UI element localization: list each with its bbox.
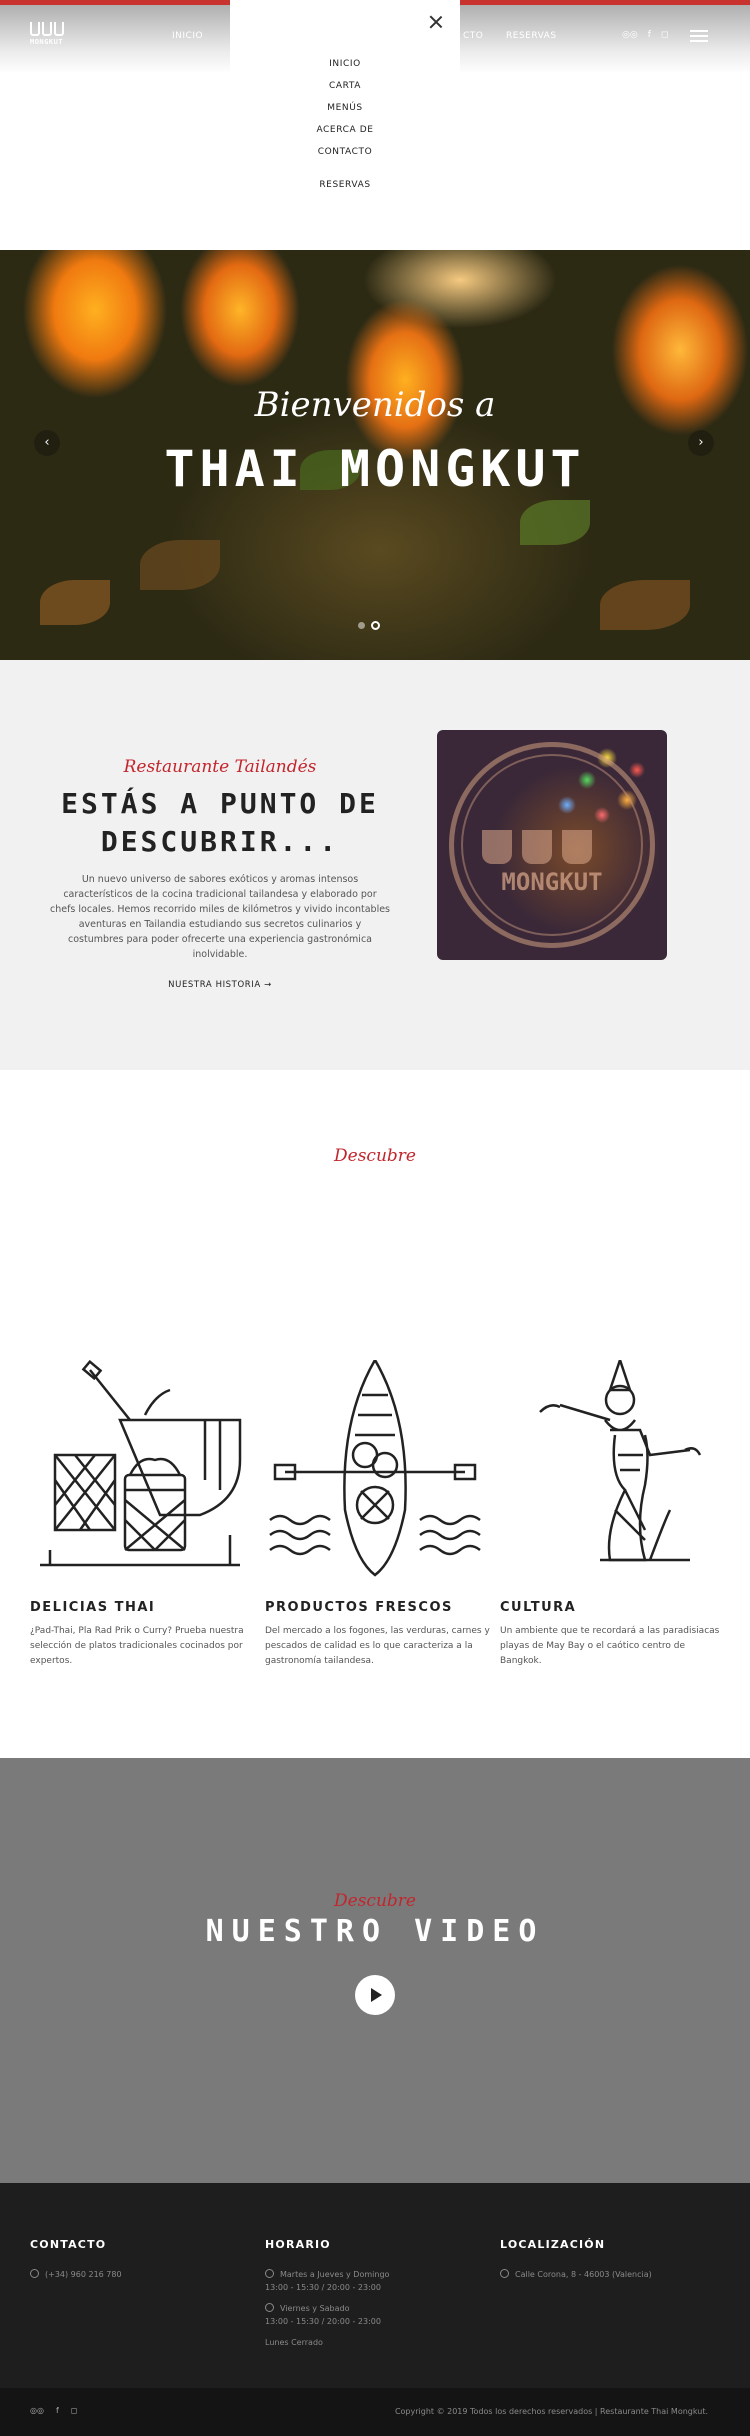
video-section: Descubre NUESTRO VIDEO (0, 1758, 750, 2183)
schedule-days: Martes a Jueves y Domingo (280, 2270, 390, 2279)
discover-title: Descubre (334, 1146, 416, 1166)
mortar-food-icon (40, 1360, 242, 1567)
slider-dot[interactable] (358, 622, 365, 629)
site-logo[interactable]: MONGKUT (30, 22, 74, 50)
facebook-icon[interactable]: f (648, 30, 651, 40)
slider-dot-active[interactable] (371, 621, 380, 630)
tripadvisor-icon[interactable]: ◎◎ (30, 2406, 44, 2415)
intro-body: Un nuevo universo de sabores exóticos y … (50, 874, 391, 960)
instagram-icon[interactable]: ◻ (661, 30, 668, 40)
video-kicker: Descubre (334, 1891, 416, 1911)
footer-horario-title: HORARIO (265, 2238, 331, 2251)
hero-subtitle: Bienvenidos a (254, 385, 496, 425)
footer-social: ◎◎ f ◻ (30, 2406, 77, 2415)
slider-dots (358, 621, 380, 630)
menu-item-menus[interactable]: MENÚS (230, 103, 460, 113)
feature-productos: PRODUCTOS FRESCOS Del mercado a los fogo… (265, 1360, 490, 1690)
header-social: ◎◎ f ◻ (622, 30, 668, 40)
intro-kicker: Restaurante Tailandés (123, 757, 317, 777)
nav-contacto[interactable]: CTO (463, 31, 483, 41)
phone-number: (+34) 960 216 780 (45, 2270, 122, 2279)
schedule-closed: Lunes Cerrado (265, 2338, 323, 2347)
intro-section: Restaurante Tailandés ESTÁS A PUNTO DE D… (0, 660, 750, 1070)
clock-icon (265, 2269, 274, 2278)
menu-item-reservas[interactable]: RESERVAS (230, 180, 460, 190)
decor-leaf (140, 540, 220, 590)
feature-delicias: DELICIAS THAI ¿Pad-Thai, Pla Rad Prik o … (30, 1360, 255, 1690)
feature-cultura: CULTURA Un ambiente que te recordará a l… (500, 1360, 725, 1690)
close-icon[interactable] (428, 14, 444, 30)
thai-dancer-icon (539, 1360, 702, 1562)
intro-photo: MONGKUT (437, 730, 667, 960)
decor-leaf (520, 500, 590, 545)
footer-localizacion-title: LOCALIZACIÓN (500, 2238, 606, 2251)
schedule-line: Martes a Jueves y Domingo (265, 2269, 389, 2281)
copyright-text: Copyright © 2019 Todos los derechos rese… (394, 2407, 708, 2416)
intro-headline: ESTÁS A PUNTO DE DESCUBRIR... (30, 785, 410, 861)
menu-item-inicio[interactable]: INICIO (230, 59, 460, 69)
site-footer: CONTACTO (+34) 960 216 780 HORARIO Marte… (0, 2183, 750, 2388)
instagram-icon[interactable]: ◻ (71, 2406, 78, 2415)
slider-next-icon[interactable]: › (688, 430, 714, 456)
schedule-days: Viernes y Sabado (280, 2304, 350, 2313)
feature-text: Del mercado a los fogones, las verduras,… (265, 1626, 490, 1666)
facebook-icon[interactable]: f (56, 2406, 59, 2415)
photo-logo-text: MONGKUT (501, 868, 603, 896)
schedule-line: Viernes y Sabado (265, 2303, 350, 2315)
footer-bottom-bar: ◎◎ f ◻ Copyright © 2019 Todos los derech… (0, 2388, 750, 2436)
schedule-hours: 13:00 - 15:30 / 20:00 - 23:00 (265, 2283, 381, 2292)
schedule-hours: 13:00 - 15:30 / 20:00 - 23:00 (265, 2317, 381, 2326)
video-title: NUESTRO VIDEO (205, 1914, 545, 1949)
feature-title: DELICIAS THAI (30, 1600, 156, 1615)
photo-logo-cups-icon (482, 830, 592, 864)
address-text: Calle Corona, 8 - 46003 (Valencia) (515, 2270, 652, 2279)
footer-address[interactable]: Calle Corona, 8 - 46003 (Valencia) (500, 2269, 652, 2281)
hero-slider: Bienvenidos a THAI MONGKUT ‹ › (0, 250, 750, 660)
intro-headline-line2: DESCUBRIR... (100, 825, 340, 858)
feature-text: ¿Pad-Thai, Pla Rad Prik o Curry? Prueba … (30, 1626, 244, 1666)
feature-title: CULTURA (500, 1600, 577, 1615)
nav-dropdown-panel: INICIO CARTA MENÚS ACERCA DE CONTACTO RE… (230, 0, 460, 195)
hero-title: THAI MONGKUT (164, 440, 586, 498)
clock-icon (265, 2303, 274, 2312)
boat-icon (269, 1360, 481, 1577)
story-link[interactable]: NUESTRA HISTORIA → (30, 980, 410, 990)
play-icon[interactable] (355, 1975, 395, 2015)
logo-text: MONGKUT (30, 38, 64, 46)
tripadvisor-icon[interactable]: ◎◎ (622, 30, 638, 40)
menu-item-contacto[interactable]: CONTACTO (230, 147, 460, 157)
decor-leaf (40, 580, 110, 625)
phone-icon (30, 2269, 39, 2278)
decor-leaf (600, 580, 690, 630)
location-pin-icon (500, 2269, 509, 2278)
footer-contacto-title: CONTACTO (30, 2238, 107, 2251)
logo-cups-icon (30, 22, 74, 36)
menu-item-acerca[interactable]: ACERCA DE (230, 125, 460, 135)
slider-prev-icon[interactable]: ‹ (34, 430, 60, 456)
menu-item-carta[interactable]: CARTA (230, 81, 460, 91)
nav-reservas[interactable]: RESERVAS (506, 31, 557, 41)
feature-title: PRODUCTOS FRESCOS (265, 1600, 453, 1615)
nav-inicio[interactable]: INICIO (172, 31, 203, 41)
footer-phone[interactable]: (+34) 960 216 780 (30, 2269, 122, 2281)
hamburger-menu-icon[interactable] (690, 30, 708, 42)
intro-headline-line1: ESTÁS A PUNTO DE (61, 787, 379, 820)
feature-text: Un ambiente que te recordará a las parad… (500, 1626, 720, 1666)
